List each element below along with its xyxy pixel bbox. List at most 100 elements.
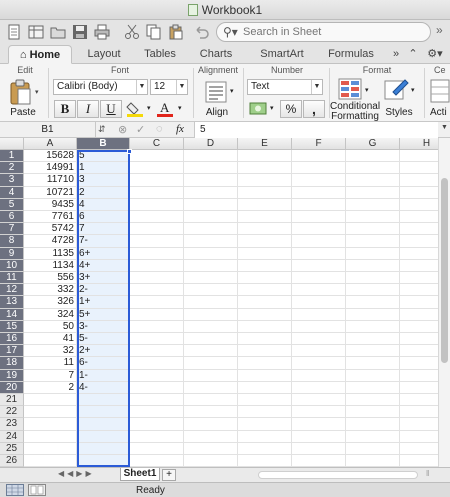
cell-f5[interactable] (292, 198, 346, 211)
tab-home[interactable]: ⌂ Home (8, 45, 72, 64)
cell-c18[interactable] (130, 357, 184, 370)
cell-c9[interactable] (130, 247, 184, 260)
percent-button[interactable]: % (280, 100, 302, 118)
cell-g20[interactable] (346, 381, 400, 394)
row-header[interactable]: 22 (0, 406, 24, 419)
cell-c1[interactable] (130, 150, 184, 163)
underline-button[interactable]: U (100, 100, 122, 118)
conditional-formatting-dropdown-icon[interactable]: ▾ (365, 86, 369, 94)
cell-h26[interactable] (400, 455, 438, 467)
column-header-e[interactable]: E (238, 138, 292, 150)
cell-c19[interactable] (130, 369, 184, 382)
cell-c26[interactable] (130, 455, 184, 467)
cell-g24[interactable] (346, 430, 400, 443)
cell-c22[interactable] (130, 406, 184, 419)
conditional-formatting-icon[interactable] (338, 78, 364, 100)
cell-g6[interactable] (346, 211, 400, 224)
undo-icon[interactable] (194, 24, 210, 40)
cell-a16[interactable]: 41 (24, 333, 77, 346)
font-size-select[interactable]: 12 ▼ (150, 79, 188, 95)
cell-g26[interactable] (346, 455, 400, 467)
cell-d5[interactable] (184, 198, 238, 211)
cell-e22[interactable] (238, 406, 292, 419)
cut-icon[interactable] (124, 24, 140, 40)
cell-b3[interactable]: 3 (77, 174, 130, 187)
sheet-tab-sheet1[interactable]: Sheet1 (120, 468, 160, 481)
fill-color-icon[interactable] (126, 100, 146, 118)
cell-f17[interactable] (292, 345, 346, 358)
cell-d18[interactable] (184, 357, 238, 370)
cell-h17[interactable] (400, 345, 438, 358)
cell-f4[interactable] (292, 186, 346, 199)
column-header-d[interactable]: D (184, 138, 238, 150)
formula-input[interactable]: 5 (194, 122, 438, 138)
row-header[interactable]: 24 (0, 430, 24, 443)
cell-f7[interactable] (292, 223, 346, 236)
column-header-h[interactable]: H (400, 138, 438, 150)
cell-e18[interactable] (238, 357, 292, 370)
cell-g16[interactable] (346, 333, 400, 346)
cell-f14[interactable] (292, 308, 346, 321)
cell-a12[interactable]: 332 (24, 284, 77, 297)
row-header[interactable]: 16 (0, 333, 24, 346)
fill-color-dropdown-icon[interactable]: ▾ (147, 104, 151, 112)
cell-h11[interactable] (400, 272, 438, 285)
cell-e17[interactable] (238, 345, 292, 358)
cell-g15[interactable] (346, 320, 400, 333)
cancel-entry-icon[interactable]: ⊗ (118, 123, 127, 136)
cell-b14[interactable]: 5+ (77, 308, 130, 321)
cell-g25[interactable] (346, 442, 400, 455)
align-label[interactable]: Align (202, 108, 232, 118)
toolbar-overflow-icon[interactable]: » (436, 23, 443, 37)
cell-f12[interactable] (292, 284, 346, 297)
cell-g5[interactable] (346, 198, 400, 211)
cell-c2[interactable] (130, 162, 184, 175)
cell-g11[interactable] (346, 272, 400, 285)
cell-c25[interactable] (130, 442, 184, 455)
row-header[interactable]: 26 (0, 455, 24, 467)
styles-dropdown-icon[interactable]: ▾ (411, 86, 415, 94)
row-header[interactable]: 19 (0, 369, 24, 382)
cell-b2[interactable]: 1 (77, 162, 130, 175)
row-header[interactable]: 18 (0, 357, 24, 370)
row-header[interactable]: 17 (0, 345, 24, 358)
cell-e2[interactable] (238, 162, 292, 175)
cell-g2[interactable] (346, 162, 400, 175)
cell-h24[interactable] (400, 431, 438, 443)
row-header[interactable]: 3 (0, 174, 24, 187)
insert-function-circle-icon[interactable]: ◌ (156, 123, 163, 135)
cell-d6[interactable] (184, 211, 238, 224)
align-dropdown-icon[interactable]: ▾ (230, 87, 234, 95)
cell-f19[interactable] (292, 369, 346, 382)
cell-c5[interactable] (130, 198, 184, 211)
accounting-dropdown-icon[interactable]: ▾ (270, 104, 274, 112)
cell-f9[interactable] (292, 247, 346, 260)
cell-f21[interactable] (292, 394, 346, 407)
cell-d13[interactable] (184, 296, 238, 309)
cell-f10[interactable] (292, 259, 346, 272)
cell-e20[interactable] (238, 381, 292, 394)
cell-b13[interactable]: 1+ (77, 296, 130, 309)
split-handle-icon[interactable]: ‖ (426, 469, 429, 478)
cell-d15[interactable] (184, 320, 238, 333)
cell-b24[interactable] (77, 430, 130, 443)
cell-h2[interactable] (400, 162, 438, 175)
cell-h9[interactable] (400, 248, 438, 260)
cell-e3[interactable] (238, 174, 292, 187)
row-header[interactable]: 7 (0, 223, 24, 236)
cell-g3[interactable] (346, 174, 400, 187)
print-icon[interactable] (94, 24, 110, 40)
cell-e26[interactable] (238, 455, 292, 467)
paste-dropdown-icon[interactable]: ▾ (35, 88, 39, 96)
cell-d26[interactable] (184, 455, 238, 467)
cell-e7[interactable] (238, 223, 292, 236)
cell-e16[interactable] (238, 333, 292, 346)
insert-cells-icon[interactable] (430, 79, 450, 103)
cell-a24[interactable] (24, 430, 77, 443)
cell-h25[interactable] (400, 443, 438, 455)
fill-handle[interactable] (127, 149, 132, 154)
cell-c15[interactable] (130, 320, 184, 333)
cell-c7[interactable] (130, 223, 184, 236)
vertical-scrollbar[interactable] (438, 138, 450, 467)
paste-label[interactable]: Paste (8, 108, 38, 118)
